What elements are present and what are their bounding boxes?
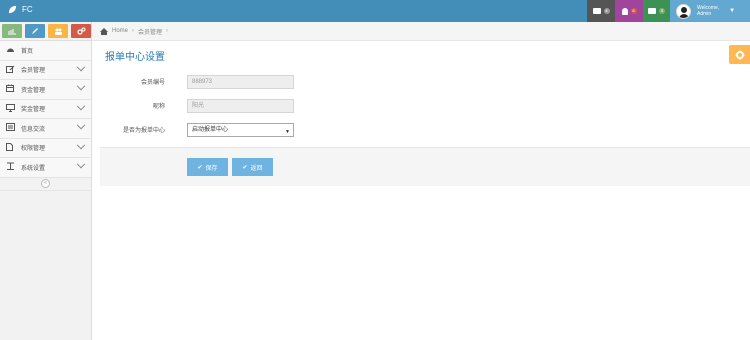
leaf-icon [8,5,17,14]
caret-down-icon: ▼ [285,128,290,135]
chevron-down-icon [76,62,86,72]
notifications-badge: 8 [630,8,637,14]
sidebar-item-label: 信息交流 [21,126,46,133]
brand-name: FC [22,5,33,14]
form-actions: ✔ 保存 ✔ 返回 [100,147,750,186]
sidebar-item-label: 会员管理 [21,68,46,75]
chevron-down-icon [76,82,86,91]
back-button[interactable]: ✔ 返回 [232,158,273,176]
sidebar-collapse[interactable]: « [0,178,91,191]
sidebar-item-label: 资金管理 [21,87,46,94]
user-name: Admin [697,11,712,17]
tasks-icon [592,8,601,14]
breadcrumb: Home › 会员管理 › [92,22,750,41]
chevron-down-icon [76,160,86,169]
member-no-label: 会员编号 [140,80,165,86]
messages-badge: 5 [659,8,665,14]
avatar [676,3,691,19]
report-center-selected: 启动报单中心 [192,126,229,133]
report-center-label: 是否为报单中心 [122,128,165,134]
sidebar-item-label: 权限管理 [21,146,46,153]
sidebar-item-label: 系统设置 [21,165,46,172]
chart-icon [8,28,16,34]
member-no-row: 会员编号 888973 [100,74,400,89]
save-label: 保存 [205,165,218,172]
nickname-row: 昵称 阳光 [100,98,400,113]
envelope-icon [648,8,656,14]
bell-icon [621,7,628,15]
dashboard-icon [6,46,16,55]
sidebar-item-label: 首页 [21,48,34,55]
check-icon: ✔ [197,164,203,171]
pencil-shortcut-button[interactable] [25,24,45,38]
sidebar-item-bonus[interactable]: 奖金管理 [0,99,91,119]
pencil-icon [32,28,38,34]
users-icon [54,28,62,35]
cogs-icon [76,27,85,35]
sidebar-item-permissions[interactable]: 权限管理 [0,138,91,158]
desktop-icon [6,103,16,114]
nickname-label: 昵称 [152,104,165,110]
tasks-button[interactable]: 4 [587,0,615,22]
nickname-field[interactable]: 阳光 [187,98,294,113]
gear-icon [735,50,744,59]
messages-button[interactable]: 5 [643,0,670,22]
page-title: 报单中心设置 [105,52,165,63]
breadcrumb-separator: › [132,28,135,34]
chevron-down-icon [76,101,86,111]
calendar-icon [6,84,16,94]
sidebar-item-messages[interactable]: 信息交流 [0,119,91,139]
double-chevron-left-icon[interactable]: « [41,179,50,188]
top-navbar: FC 4 8 5 Welcome, Admin ▼ [0,0,750,22]
report-center-select[interactable]: 启动报单中心 ▼ [187,122,294,137]
report-center-row: 是否为报单中心 启动报单中心 ▼ [100,122,400,137]
breadcrumb-current[interactable]: 会员管理 [138,27,162,36]
member-no-field[interactable]: 888973 [187,74,294,89]
sidebar-shortcuts [0,22,91,41]
chart-shortcut-button[interactable] [2,24,22,38]
breadcrumb-separator: › [166,28,169,34]
users-shortcut-button[interactable] [48,24,68,38]
user-menu[interactable]: Welcome, Admin ▼ [670,0,750,22]
edit-icon [6,65,16,75]
back-label: 返回 [250,165,263,172]
sidebar-item-system[interactable]: 系统设置 [0,158,91,178]
check-icon: ✔ [242,164,248,171]
sidebar-item-funds[interactable]: 资金管理 [0,80,91,100]
sidebar-item-members[interactable]: 会员管理 [0,60,91,80]
chevron-down-icon [76,140,86,150]
sidebar-item-label: 奖金管理 [21,107,46,114]
tasks-badge: 4 [603,8,610,14]
list-alt-icon [6,123,16,133]
brand[interactable]: FC [8,5,33,14]
sidebar-item-home[interactable]: 首页 [0,41,91,61]
notifications-button[interactable]: 8 [615,0,643,22]
text-width-icon [6,162,16,172]
sidebar: 首页 会员管理 资金管理 奖金管理 信息交流 权限管理 系统设置 « [0,22,92,340]
ace-settings-button[interactable] [729,45,750,64]
save-button[interactable]: ✔ 保存 [187,158,228,176]
chevron-down-icon [76,121,86,130]
file-icon [6,142,16,153]
user-info: Welcome, Admin [697,5,719,17]
breadcrumb-home[interactable]: Home [112,28,128,34]
caret-down-icon: ▼ [729,8,736,14]
cogs-shortcut-button[interactable] [71,24,91,38]
home-icon [100,27,108,35]
